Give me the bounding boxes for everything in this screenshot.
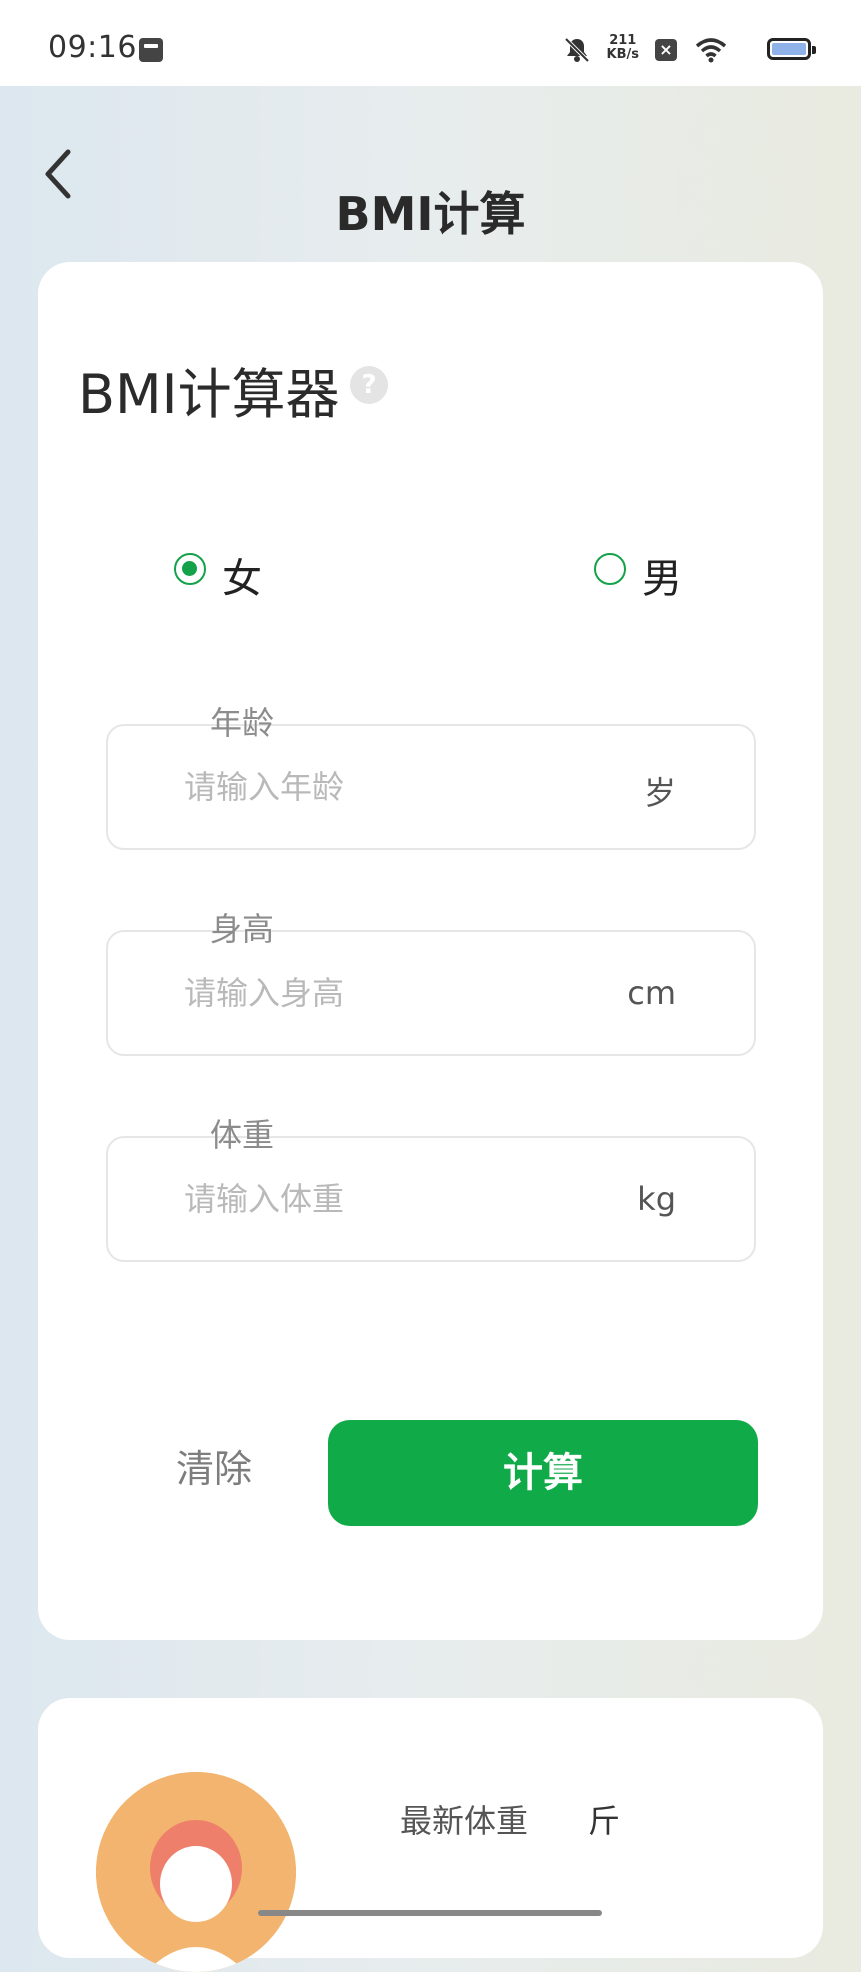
home-indicator[interactable]	[258, 1910, 602, 1916]
radio-checked-icon	[174, 553, 206, 585]
help-icon[interactable]: ?	[350, 366, 388, 404]
weight-unit: kg	[637, 1180, 676, 1218]
height-field: 身高 cm	[106, 910, 756, 1056]
weight-label: 体重	[210, 1116, 275, 1154]
height-input[interactable]	[184, 968, 564, 1018]
age-label: 年龄	[210, 704, 275, 742]
latest-weight-label: 最新体重	[400, 1802, 529, 1840]
close-box-icon: ×	[655, 39, 677, 61]
weight-input[interactable]	[184, 1174, 564, 1224]
page-title: BMI计算	[335, 187, 526, 241]
gender-label-female: 女	[222, 556, 262, 602]
calculator-title: BMI计算器	[78, 363, 340, 426]
height-unit: cm	[627, 974, 676, 1012]
age-input[interactable]	[184, 762, 564, 812]
status-bar: 09:16 211 KB/s ×	[0, 0, 861, 86]
latest-weight-unit: 斤	[588, 1802, 621, 1840]
net-speed-value: 211	[609, 33, 637, 48]
girl-avatar-icon	[96, 1772, 296, 1972]
wifi-icon	[695, 38, 727, 63]
age-field: 年龄 岁	[106, 704, 756, 850]
battery-icon	[767, 38, 816, 60]
clear-button[interactable]: 清除	[176, 1438, 252, 1493]
net-speed: 211 KB/s	[607, 34, 639, 62]
calculate-button[interactable]: 计算	[328, 1420, 758, 1526]
radio-unchecked-icon	[594, 553, 626, 585]
weight-summary-card: 最新体重 斤	[38, 1698, 823, 1972]
calculator-card: BMI计算器 ? 女 男 年龄 岁 身高 cm 体重 kg 清除 计算	[38, 262, 823, 1640]
status-time: 09:16	[48, 30, 137, 65]
height-label: 身高	[210, 910, 275, 948]
avatar	[96, 1772, 296, 1972]
mail-icon	[139, 38, 163, 62]
gender-label-male: 男	[642, 556, 682, 602]
bell-muted-icon	[564, 37, 590, 63]
age-unit: 岁	[643, 774, 676, 812]
net-speed-unit: KB/s	[606, 47, 639, 62]
weight-field: 体重 kg	[106, 1116, 756, 1262]
